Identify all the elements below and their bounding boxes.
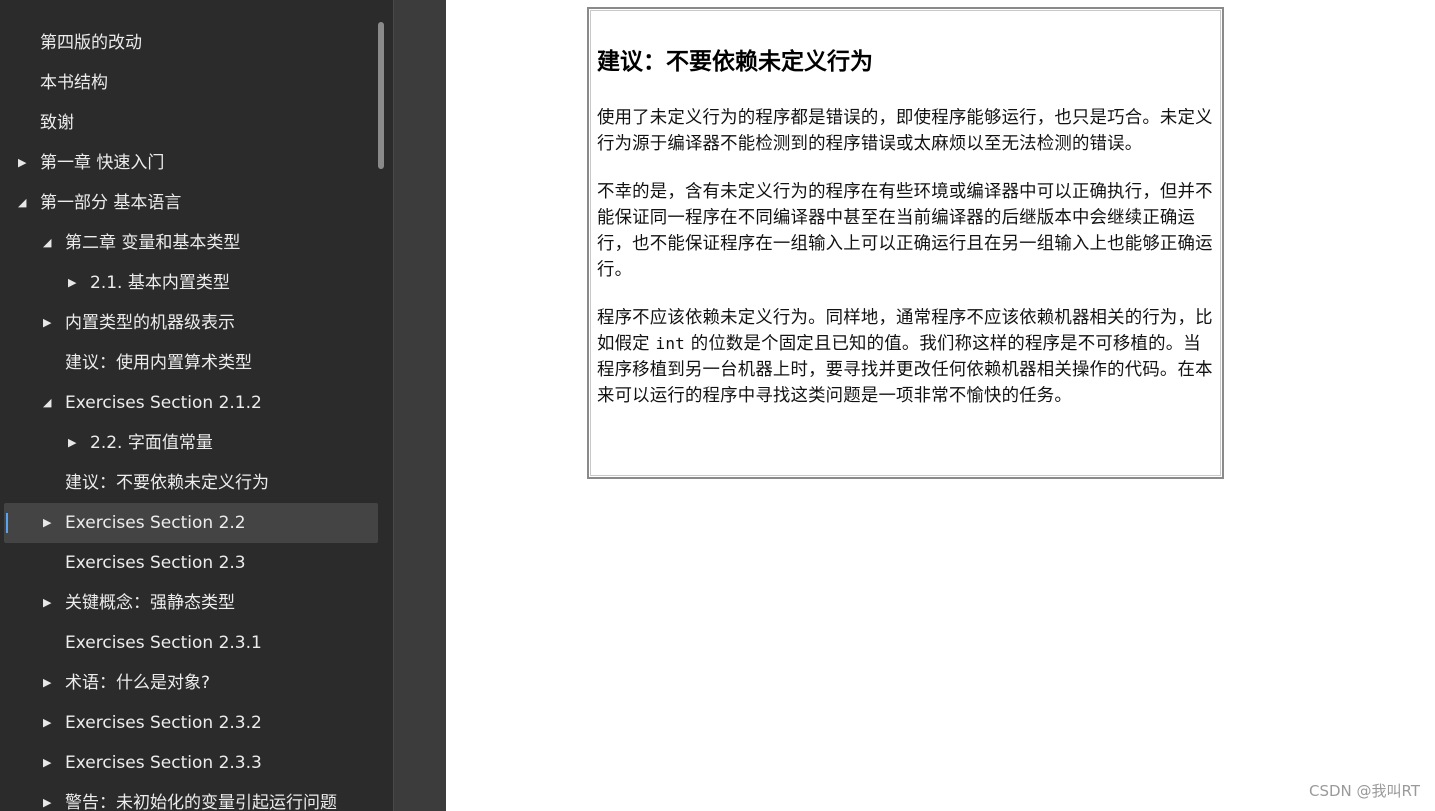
toc-item[interactable]: Exercises Section 2.3.1 <box>0 623 385 663</box>
toc-item[interactable]: ▶ 警告：未初始化的变量引起运行问题 <box>0 783 385 811</box>
toc-item[interactable]: 建议：不要依赖未定义行为 <box>0 463 385 503</box>
toc-item-label: 关键概念：强静态类型 <box>65 593 235 613</box>
toc-item[interactable]: ▶ Exercises Section 2.2 <box>4 503 378 543</box>
toc-item-label: Exercises Section 2.3.1 <box>65 633 262 653</box>
selection-indicator <box>6 513 8 533</box>
collapse-arrow-icon[interactable]: ◢ <box>18 183 26 223</box>
advice-title: 建议：不要依赖未定义行为 <box>597 49 873 75</box>
sidebar-divider[interactable] <box>393 0 446 811</box>
expand-arrow-icon[interactable]: ▶ <box>43 503 51 543</box>
watermark: CSDN @我叫RT <box>1308 782 1420 800</box>
toc-item[interactable]: 建议：使用内置算术类型 <box>0 343 385 383</box>
advice-box: 建议：不要依赖未定义行为 使用了未定义行为的程序都是错误的，即使程序能够运行，也… <box>587 7 1224 479</box>
toc-item[interactable]: 本书结构 <box>0 63 385 103</box>
toc-item[interactable]: ◢ 第一部分 基本语言 <box>0 183 385 223</box>
toc-item-label: 警告：未初始化的变量引起运行问题 <box>65 793 337 811</box>
advice-paragraph-1: 使用了未定义行为的程序都是错误的，即使程序能够运行，也只是巧合。未定义行为源于编… <box>597 108 1213 154</box>
expand-arrow-icon[interactable]: ▶ <box>18 143 26 183</box>
toc-item-label: 本书结构 <box>40 73 108 93</box>
toc-item[interactable]: ▶ 2.1. 基本内置类型 <box>0 263 385 303</box>
expand-arrow-icon[interactable]: ▶ <box>43 743 51 783</box>
toc-item[interactable]: ▶ 内置类型的机器级表示 <box>0 303 385 343</box>
toc-list: 第四版的改动 本书结构致谢 ▶ 第一章 快速入门 ◢ 第一部分 基本语言 ◢ 第二章 变量和基… <box>0 23 385 811</box>
toc-item-label: Exercises Section 2.2 <box>65 513 246 533</box>
sidebar-scrollbar[interactable] <box>378 22 384 169</box>
advice-paragraph-3: 程序不应该依赖未定义行为。同样地，通常程序不应该依赖机器相关的行为，比如假定 i… <box>597 305 1214 409</box>
content-pane: 建议：不要依赖未定义行为 使用了未定义行为的程序都是错误的，即使程序能够运行，也… <box>446 0 1435 811</box>
toc-item-label: 第一部分 基本语言 <box>40 193 182 213</box>
expand-arrow-icon[interactable]: ▶ <box>68 263 76 303</box>
toc-item-label: 术语：什么是对象? <box>65 673 211 693</box>
toc-item-label: Exercises Section 2.3.3 <box>65 753 262 773</box>
toc-item[interactable]: ▶ 第一章 快速入门 <box>0 143 385 183</box>
toc-item[interactable]: ▶ 关键概念：强静态类型 <box>0 583 385 623</box>
toc-item-label: 2.2. 字面值常量 <box>90 433 213 453</box>
toc-item-label: 第二章 变量和基本类型 <box>65 233 241 253</box>
toc-item[interactable]: ▶ Exercises Section 2.3.3 <box>0 743 385 783</box>
toc-item-label: 建议：使用内置算术类型 <box>65 353 252 373</box>
toc-item[interactable]: ▶ 2.2. 字面值常量 <box>0 423 385 463</box>
expand-arrow-icon[interactable]: ▶ <box>43 783 51 811</box>
collapse-arrow-icon[interactable]: ◢ <box>43 223 51 263</box>
advice-paragraph-2: 不幸的是，含有未定义行为的程序在有些环境或编译器中可以正确执行，但并不能保证同一… <box>597 182 1213 280</box>
toc-item-label: Exercises Section 2.3.2 <box>65 713 262 733</box>
toc-item-label: 第一章 快速入门 <box>40 153 165 173</box>
toc-item[interactable]: ◢ 第二章 变量和基本类型 <box>0 223 385 263</box>
toc-item-label: Exercises Section 2.1.2 <box>65 393 262 413</box>
toc-item-label: 致谢 <box>40 113 74 133</box>
expand-arrow-icon[interactable]: ▶ <box>43 703 51 743</box>
expand-arrow-icon[interactable]: ▶ <box>68 423 76 463</box>
expand-arrow-icon[interactable]: ▶ <box>43 583 51 623</box>
toc-item-label: Exercises Section 2.3 <box>65 553 246 573</box>
toc-item[interactable]: Exercises Section 2.3 <box>0 543 385 583</box>
toc-sidebar: 第四版的改动 本书结构致谢 ▶ 第一章 快速入门 ◢ 第一部分 基本语言 ◢ 第二章 变量和基… <box>0 0 393 811</box>
collapse-arrow-icon[interactable]: ◢ <box>43 383 51 423</box>
inline-code: int <box>655 334 686 353</box>
toc-item[interactable]: ◢ Exercises Section 2.1.2 <box>0 383 385 423</box>
app-window: 第四版的改动 本书结构致谢 ▶ 第一章 快速入门 ◢ 第一部分 基本语言 ◢ 第二章 变量和基… <box>0 0 1435 811</box>
expand-arrow-icon[interactable]: ▶ <box>43 663 51 703</box>
expand-arrow-icon[interactable]: ▶ <box>43 303 51 343</box>
toc-item[interactable]: 第四版的改动 <box>0 23 385 63</box>
toc-item-label: 建议：不要依赖未定义行为 <box>65 473 269 493</box>
paragraph-3-text-b: 的位数是个固定且已知的值。我们称这样的程序是不可移植的。当程序移植到另一台机器上… <box>597 334 1213 406</box>
toc-item[interactable]: 致谢 <box>0 103 385 143</box>
toc-item-label: 第四版的改动 <box>40 33 142 53</box>
toc-item[interactable]: ▶ Exercises Section 2.3.2 <box>0 703 385 743</box>
toc-item-label: 内置类型的机器级表示 <box>65 313 235 333</box>
toc-item-label: 2.1. 基本内置类型 <box>90 273 230 293</box>
toc-item[interactable]: ▶ 术语：什么是对象? <box>0 663 385 703</box>
